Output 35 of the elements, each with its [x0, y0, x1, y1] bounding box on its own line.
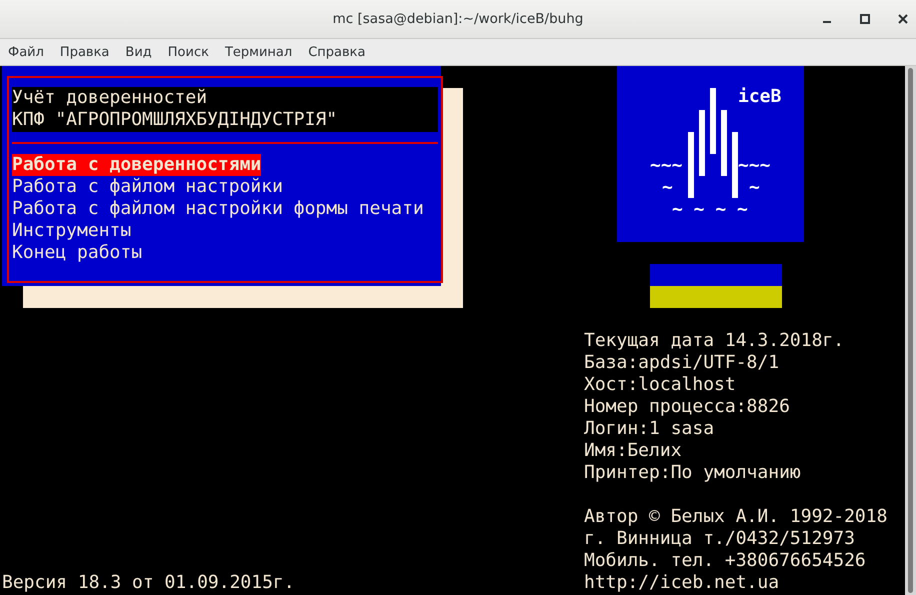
wave-text: ~~~ [738, 155, 771, 177]
credit-text: Автор © Белых А.И. 1992-2018 [584, 506, 888, 528]
scrollbar[interactable] [905, 66, 916, 595]
menu-item[interactable]: Файл [8, 44, 44, 60]
menu-item[interactable]: Справка [308, 44, 366, 60]
info-text: Логин:1 sasa [584, 418, 714, 440]
maximize-icon[interactable] [860, 14, 870, 24]
wave-text: ~ [662, 177, 673, 199]
header-text: Учёт доверенностей [12, 87, 208, 109]
wave-text: ~ ~ ~ ~ [672, 199, 748, 221]
menu-item[interactable]: Поиск [168, 44, 209, 60]
info-text: Текущая дата 14.3.2018г. [584, 330, 844, 352]
menu-item[interactable]: Правка [60, 44, 110, 60]
menu-option[interactable]: Конец работы [12, 242, 142, 264]
menu-item[interactable]: Терминал [224, 44, 292, 60]
scrollbar-thumb[interactable] [908, 68, 913, 593]
credit-text: http://iceb.net.ua [584, 572, 780, 594]
info-text: Хост:localhost [584, 374, 736, 396]
wave-text: ~ [749, 177, 760, 199]
menu-option[interactable]: Инструменты [12, 220, 132, 242]
logo-text: iceB [738, 86, 782, 108]
close-icon[interactable] [898, 14, 908, 24]
menu-option[interactable]: Работа с файлом настройки [12, 176, 283, 198]
header-text: КПФ "АГРОПРОМШЛЯХБУДІНДУСТРІЯ" [12, 109, 338, 131]
info-text: Номер процесса:8826 [584, 396, 790, 418]
info-text: Имя:Белих [584, 440, 682, 462]
menu-option[interactable]: Работа с файлом настройки формы печати [12, 198, 424, 220]
menu-item[interactable]: Вид [125, 44, 152, 60]
window-title: mc [sasa@debian]:~/work/iceB/buhg [332, 11, 584, 27]
credit-text: Мобиль. тел. +380676654526 [584, 550, 866, 572]
info-text: База:apdsi/UTF-8/1 [584, 352, 780, 374]
credit-text: г. Винница т./0432/512973 [584, 528, 855, 550]
info-text: Принтер:По умолчанию [584, 462, 801, 484]
wave-text: ~~~ [650, 155, 683, 177]
version-text: Версия 18.3 от 01.09.2015г. [2, 572, 295, 594]
